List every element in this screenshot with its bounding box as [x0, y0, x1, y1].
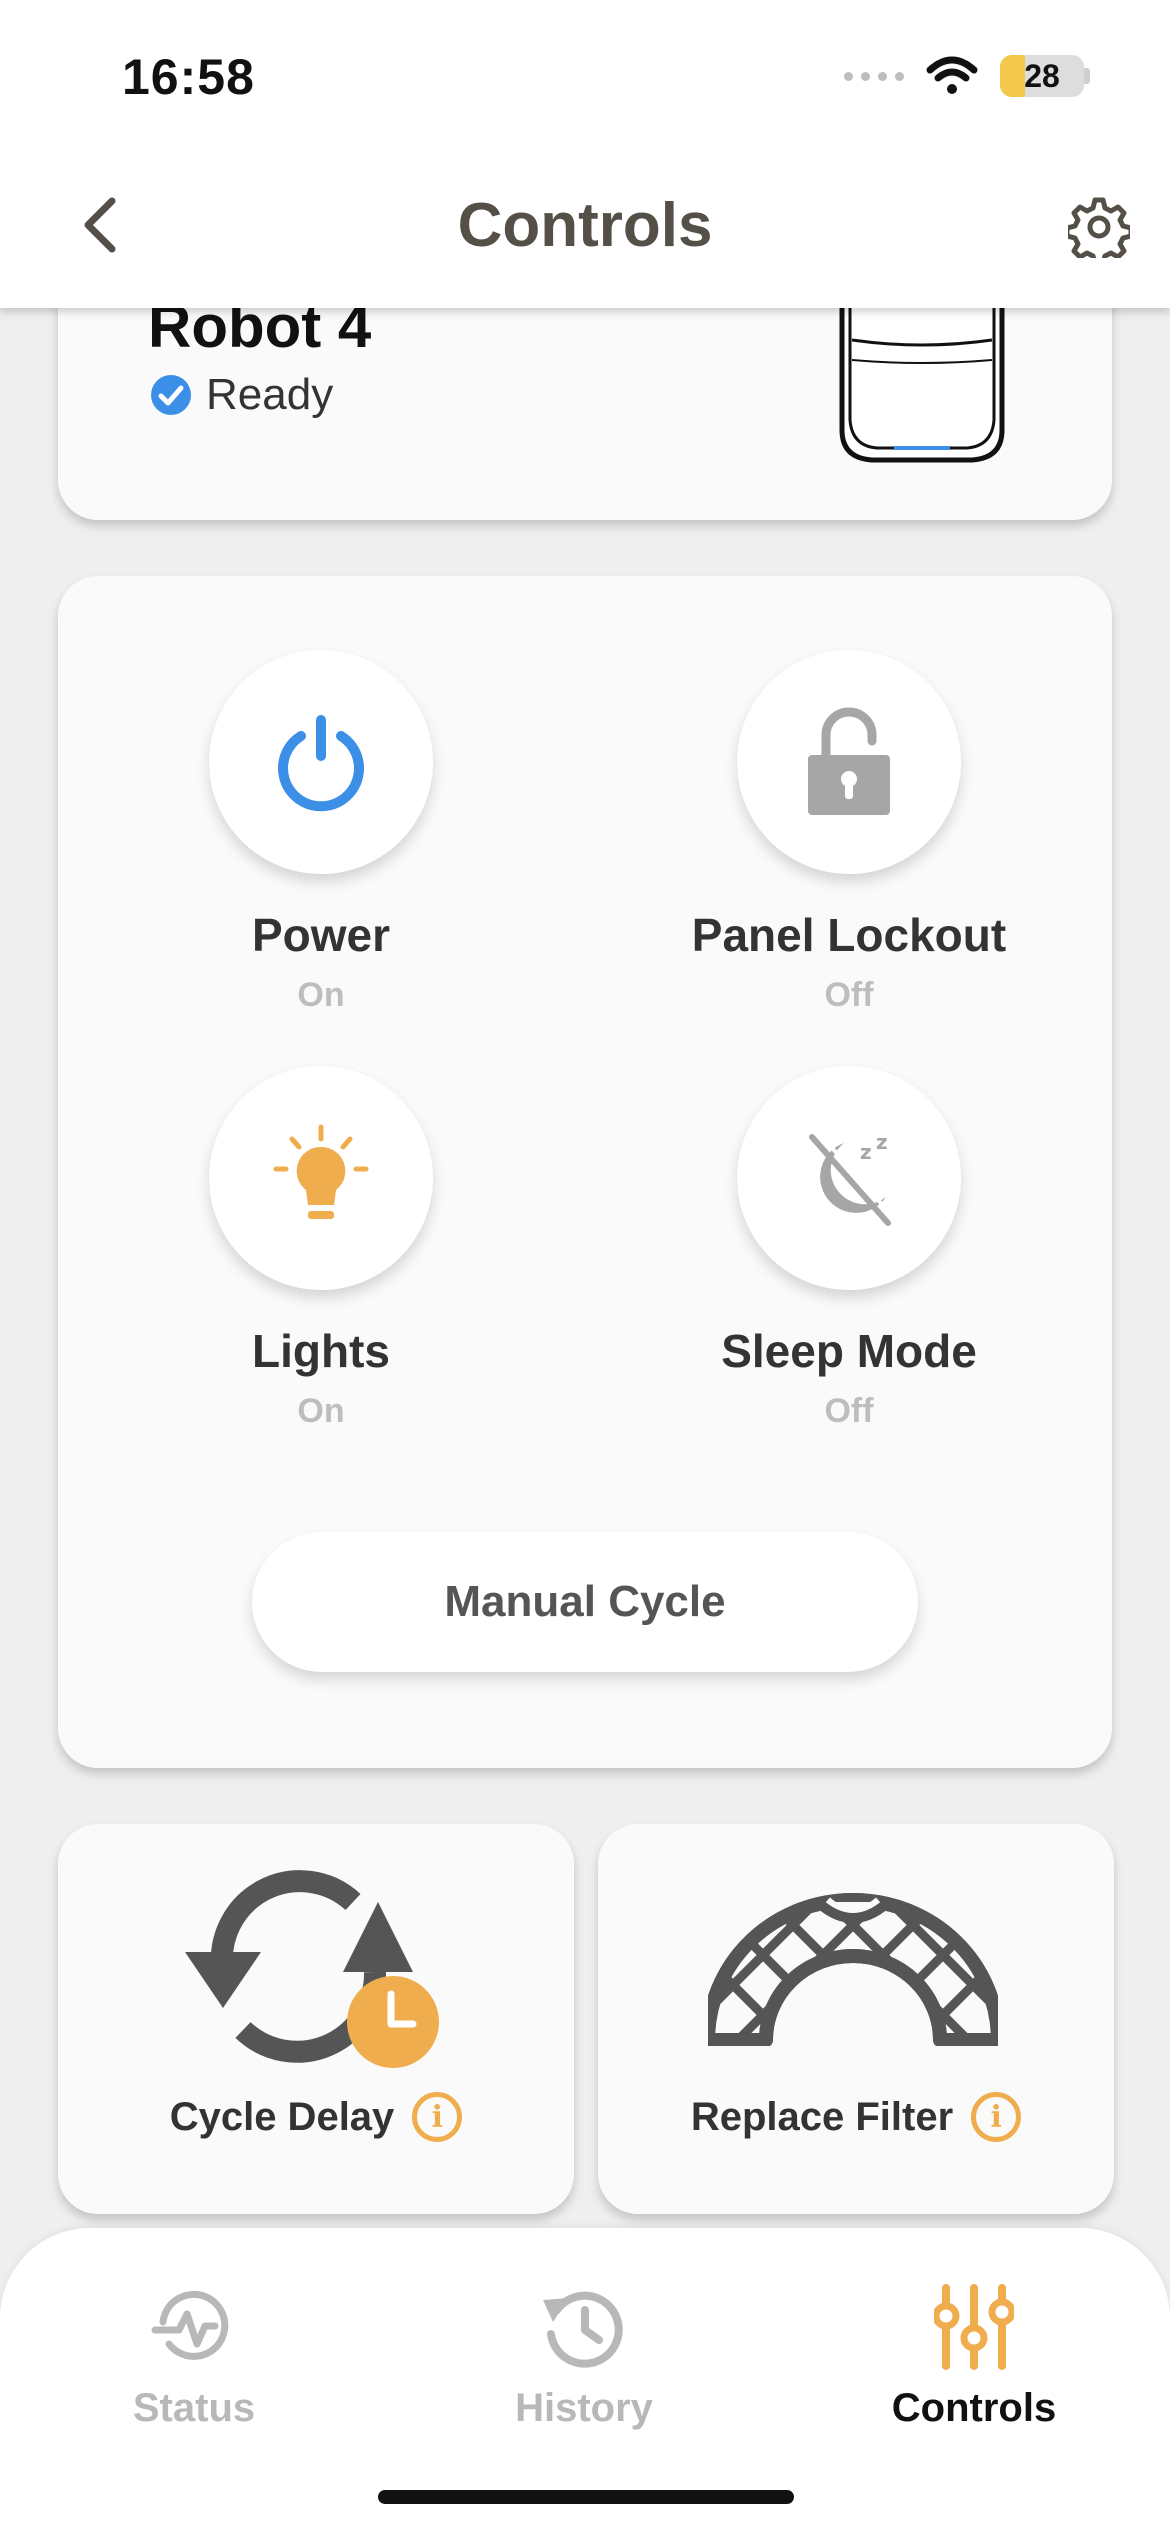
info-icon[interactable]: i: [412, 2092, 463, 2142]
svg-text:z: z: [860, 1140, 872, 1164]
tab-history-label: History: [515, 2386, 653, 2430]
power-button[interactable]: [209, 650, 433, 874]
cycle-delay-card[interactable]: Cycle Delay i: [58, 1824, 574, 2214]
filter-icon: [708, 1893, 998, 2046]
power-label: Power: [251, 909, 391, 961]
panel-lockout-control[interactable]: Panel Lockout Off: [649, 650, 1049, 1015]
sleep-mode-control[interactable]: z z Sleep Mode Off: [649, 1066, 1049, 1431]
top-bar: 16:58 28 Controls: [0, 0, 1170, 308]
robot-device-image: [839, 280, 1005, 463]
gear-icon: [1068, 197, 1130, 258]
tab-history[interactable]: History: [434, 2272, 734, 2431]
sleep-mode-state: Off: [824, 1392, 874, 1430]
info-icon[interactable]: i: [971, 2092, 1022, 2142]
panel-lockout-label: Panel Lockout: [691, 909, 1007, 961]
check-circle-icon: [151, 375, 191, 415]
power-icon: [278, 715, 364, 812]
activity-pulse-icon: [151, 2290, 229, 2360]
settings-button[interactable]: [1064, 192, 1134, 262]
cycle-delay-label: Cycle Delay: [169, 2094, 395, 2139]
tab-controls-label: Controls: [891, 2386, 1057, 2430]
light-bulb-icon: [273, 1124, 369, 1219]
tab-status-label: Status: [132, 2386, 256, 2430]
page-title: Controls: [457, 191, 713, 260]
status-time: 16:58: [122, 49, 255, 105]
controls-card: Power On Panel Lockout Off Lights On z z…: [58, 576, 1112, 1768]
home-indicator: [378, 2490, 794, 2504]
unlock-icon: [808, 707, 890, 815]
lights-state: On: [297, 1392, 345, 1430]
replace-filter-label: Replace Filter: [690, 2094, 954, 2139]
history-clock-icon: [543, 2291, 623, 2368]
power-state: On: [297, 976, 345, 1014]
svg-text:z: z: [876, 1130, 888, 1154]
cycle-delay-icon: [185, 1870, 439, 2068]
lights-control[interactable]: Lights On: [121, 1066, 521, 1431]
sleep-mode-label: Sleep Mode: [721, 1325, 977, 1377]
lights-button[interactable]: [209, 1066, 433, 1290]
wifi-icon: [926, 56, 978, 94]
robot-status-label: Ready: [206, 370, 334, 419]
power-control[interactable]: Power On: [121, 650, 521, 1015]
lights-label: Lights: [252, 1325, 390, 1377]
manual-cycle-button[interactable]: Manual Cycle: [252, 1532, 918, 1672]
battery-icon: 28: [1000, 55, 1084, 97]
panel-lockout-button[interactable]: [737, 650, 961, 874]
cycle-delay-title: Cycle Delay i: [58, 2092, 574, 2142]
sliders-icon: [934, 2284, 1014, 2370]
bottom-tab-bar: Status History Controls: [0, 2228, 1170, 2532]
battery-level: 28: [1024, 57, 1060, 94]
panel-lockout-state: Off: [824, 976, 874, 1014]
sleep-moon-icon: z z: [809, 1130, 896, 1226]
replace-filter-card[interactable]: Replace Filter i: [598, 1824, 1114, 2214]
cellular-signal-icon: [844, 71, 904, 81]
sleep-mode-button[interactable]: z z: [737, 1066, 961, 1290]
status-indicators: 28: [844, 52, 1090, 100]
robot-status: Ready: [150, 370, 333, 420]
tab-status[interactable]: Status: [44, 2272, 344, 2431]
tab-controls[interactable]: Controls: [824, 2272, 1124, 2431]
replace-filter-title: Replace Filter i: [598, 2092, 1114, 2142]
